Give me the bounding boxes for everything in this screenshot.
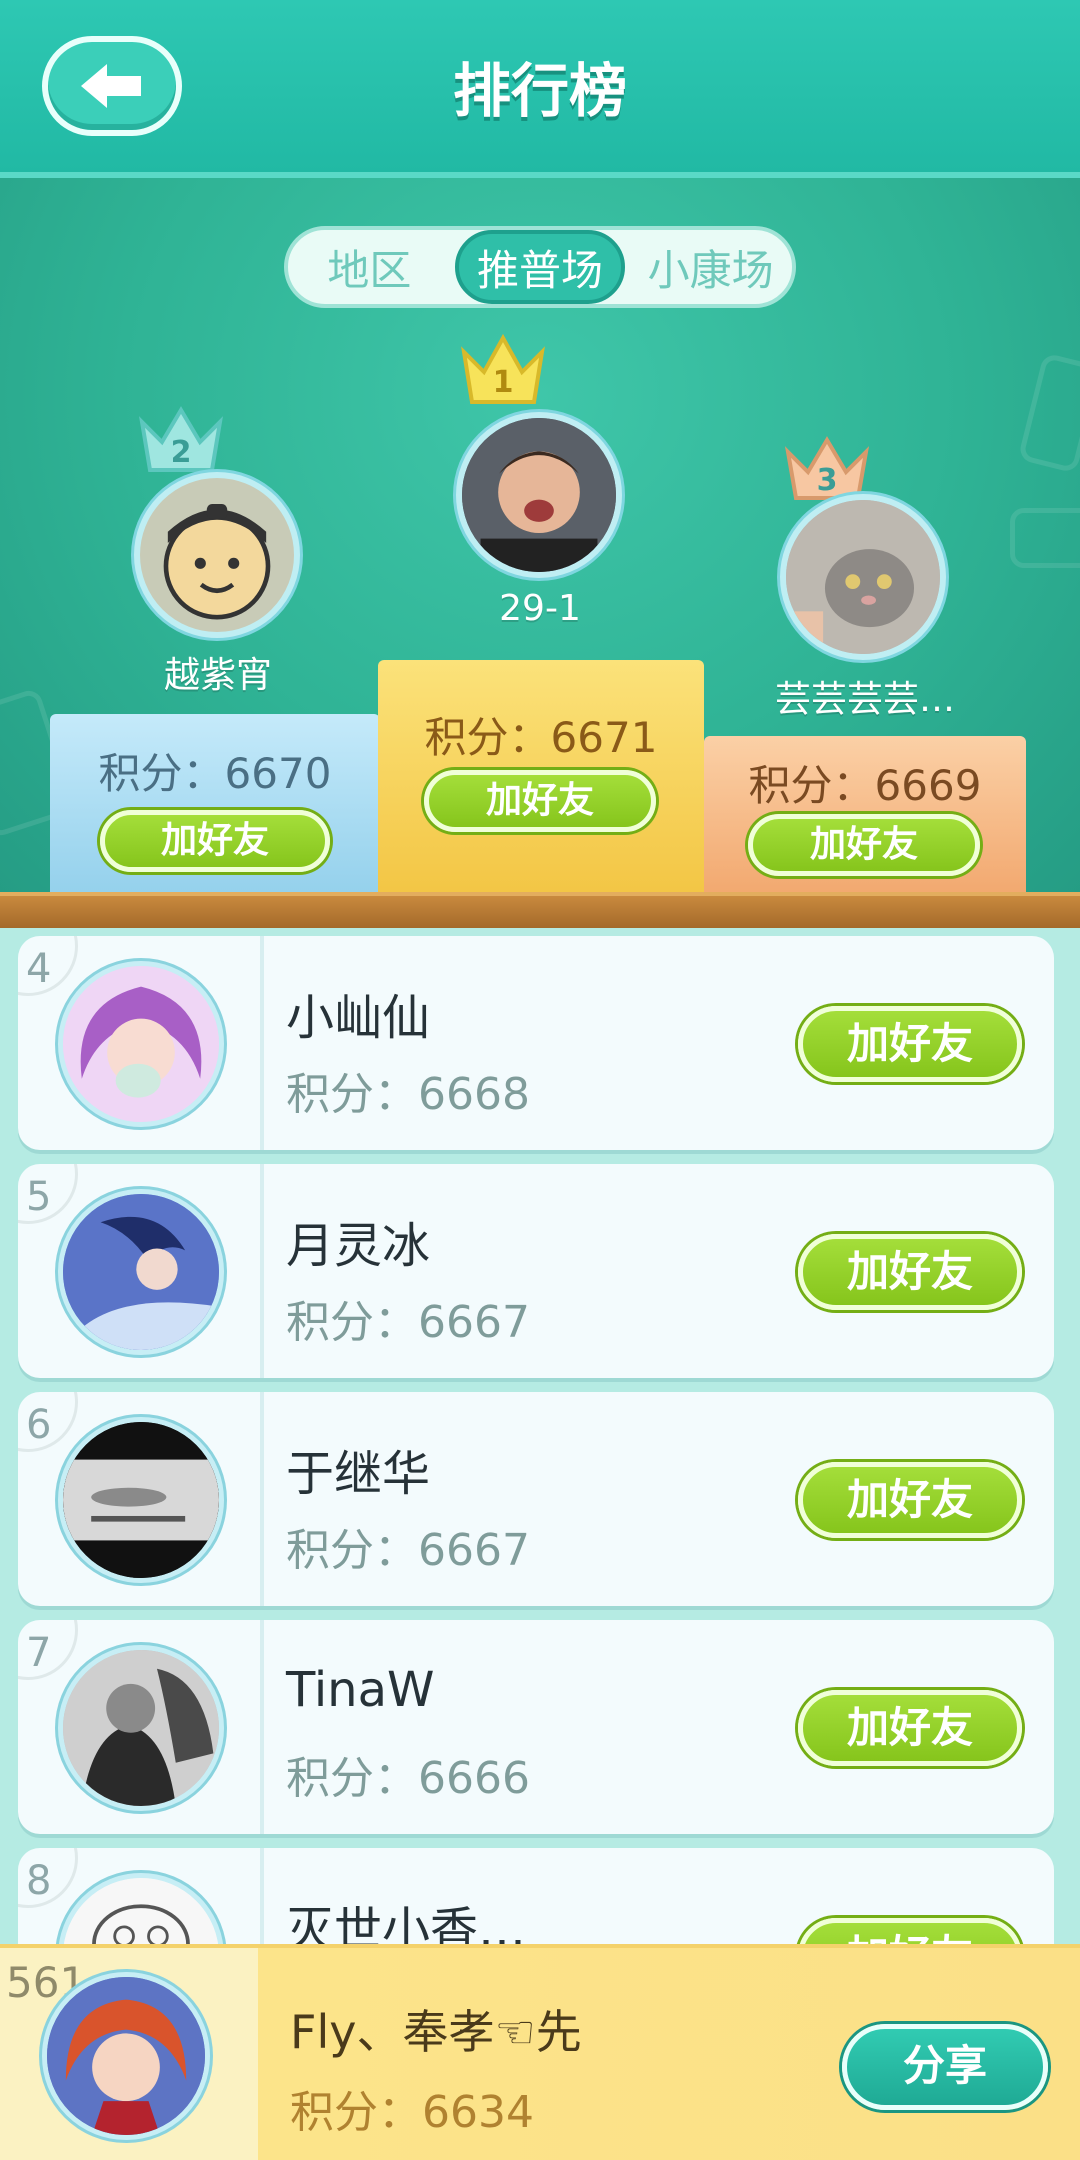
video-still-icon [63,1422,219,1578]
list-item[interactable]: 4 小屾仙 积分：6668 加好友 [18,936,1054,1150]
list-item[interactable]: 6 于继华 积分：6667 加好友 [18,1392,1054,1606]
podium-shelf [0,892,1080,928]
anime-boy-icon [63,1194,219,1350]
my-score: 积分：6634 [290,2087,534,2138]
avatar[interactable] [58,1645,224,1811]
podium-score-3: 积分：6669 [748,761,982,810]
tab-xiaokang[interactable]: 小康场 [629,237,792,298]
anime-girl-icon [47,1977,205,2135]
cat-photo-icon [786,500,940,654]
podium-score-1: 积分：6671 [424,713,658,762]
rank-number: 7 [26,1630,52,1676]
avatar[interactable] [58,961,224,1127]
background-doodle [1010,508,1080,568]
rank-number: 4 [26,946,52,992]
share-button[interactable]: 分享 [842,2024,1048,2110]
crown-bronze-icon: 3 [784,436,870,500]
tab-region[interactable]: 地区 [288,237,451,298]
crown-silver-icon: 2 [139,406,223,472]
rank-number: 6 [26,1402,52,1448]
avatar-rank-2[interactable] [134,472,300,638]
rank-number: 8 [26,1858,52,1904]
player-score: 积分：6667 [286,1297,530,1348]
svg-text:1: 1 [493,365,514,400]
my-rank-bar: 561 Fly、奉孝☜先 积分：6634 分享 [0,1944,1080,2160]
divider [260,1392,264,1606]
add-friend-button[interactable]: 加好友 [798,1006,1022,1082]
list-item[interactable]: 5 月灵冰 积分：6667 加好友 [18,1164,1054,1378]
rank-number: 5 [26,1174,52,1220]
player-score: 积分：6668 [286,1069,530,1120]
podium-block-3: 积分：6669 加好友 [704,736,1026,892]
svg-text:2: 2 [171,435,192,470]
avatar-rank-1[interactable] [456,412,622,578]
tab-tuipu[interactable]: 推普场 [454,230,626,304]
player-name: 小屾仙 [286,990,431,1046]
podium-name-2: 越紫宵 [163,655,272,696]
add-friend-button[interactable]: 加好友 [100,810,330,872]
crown-gold-icon: 1 [461,333,545,404]
add-friend-button[interactable]: 加好友 [798,1462,1022,1538]
player-name: 月灵冰 [286,1218,431,1274]
divider [260,1164,264,1378]
podium-score-2: 积分：6670 [98,749,332,798]
divider [260,936,264,1150]
player-name: 于继华 [286,1446,431,1502]
podium-name-3: 芸芸芸芸… [774,679,955,720]
my-avatar[interactable] [42,1972,210,2140]
podium-block-1: 积分：6671 加好友 [378,660,704,892]
divider [260,1620,264,1834]
avatar[interactable] [58,1417,224,1583]
add-friend-button[interactable]: 加好友 [798,1234,1022,1310]
child-photo-icon [462,418,616,572]
anime-girl-icon [63,966,219,1122]
mode-tabs: 地区 推普场 小康场 [284,226,796,308]
podium-block-2: 积分：6670 加好友 [50,714,380,892]
top-header: 排行榜 [0,0,1080,178]
player-name: TinaW [286,1662,435,1718]
bw-portrait-icon [63,1650,219,1806]
list-item[interactable]: 7 TinaW 积分：6666 加好友 [18,1620,1054,1834]
add-friend-button[interactable]: 加好友 [424,770,656,832]
avatar-rank-3[interactable] [780,494,946,660]
avatar[interactable] [58,1189,224,1355]
svg-text:3: 3 [817,463,838,498]
player-score: 积分：6666 [286,1753,530,1804]
add-friend-button[interactable]: 加好友 [748,814,980,876]
podium-name-1: 29-1 [499,588,581,629]
add-friend-button[interactable]: 加好友 [798,1690,1022,1766]
cartoon-face-icon [163,503,271,620]
my-name: Fly、奉孝☜先 [290,2005,582,2059]
player-score: 积分：6667 [286,1525,530,1576]
background-doodle [1017,352,1080,474]
podium-board: 地区 推普场 小康场 2 越紫宵 1 29-1 3 芸芸芸芸… 积分：6670 … [0,178,1080,898]
page-title: 排行榜 [452,57,627,125]
